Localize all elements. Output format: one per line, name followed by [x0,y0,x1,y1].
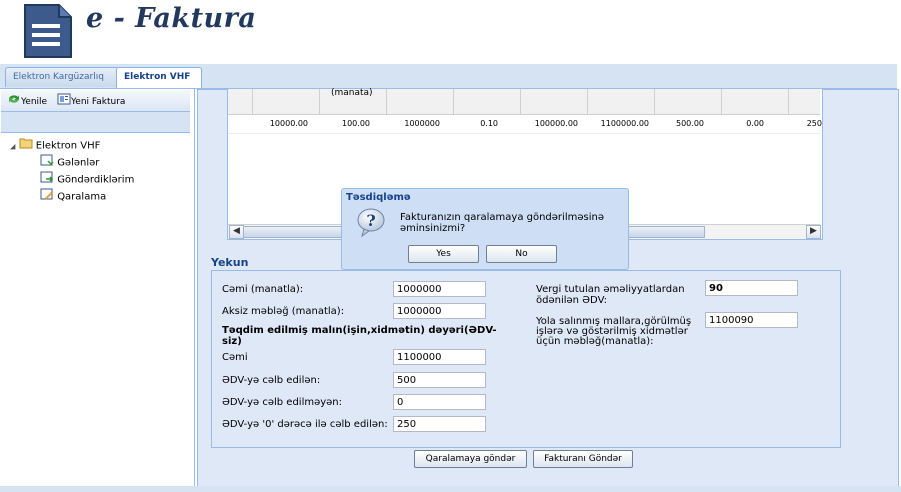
grid-col-divider [721,89,722,114]
shipped-amount-label: Yola salınmış mallara,görülmüş işlərə və… [536,316,692,347]
dialog-no-button[interactable]: No [486,245,557,263]
bottom-strip [0,486,901,492]
grid-col-divider [587,89,588,114]
refresh-label: Yenile [21,97,48,107]
tree-item-label: Gələnlər [57,157,100,169]
inbox-icon [40,154,54,171]
tree-item-label: Göndərdiklərim [57,174,135,186]
vat-subject-label: ƏDV-yə cəlb edilən: [222,375,321,386]
tab-elektron-karguzarliq[interactable]: Elektron Kargüzarlıq [5,67,119,87]
tree-root-label: Elektron VHF [35,140,101,152]
grid-cell: 1000000 [404,119,440,128]
tree-item-qaralama[interactable]: Qaralama [40,188,106,203]
vat-subject-field[interactable]: 500 [393,372,486,388]
vat-zero-rate-field[interactable]: 250 [393,416,486,432]
grid-col-divider [386,89,387,114]
excise-field[interactable]: 1000000 [393,303,486,319]
tree-expand-icon[interactable]: ◢ [10,143,15,151]
summary-title: Yekun [211,256,249,269]
vat-exempt-field[interactable]: 0 [393,394,486,410]
grid-col-divider [453,89,454,114]
section-heading: Təqdim edilmiş malın(işin,xidmətin) dəyə… [222,325,497,347]
vat-paid-label: Vergi tutulan əməliyyatlardan ödənilən Ə… [536,284,685,306]
grid-cell: 1100000.00 [600,119,649,128]
outbox-icon [40,171,54,188]
grid-row-line [228,133,820,134]
new-invoice-icon [57,93,71,110]
question-icon: ? [355,206,387,238]
app-title: e - Faktura [86,3,257,34]
vat-paid-field[interactable]: 90 [705,280,798,296]
section-total-field[interactable]: 1100000 [393,349,486,365]
grid-col-divider [654,89,655,114]
svg-text:?: ? [366,211,375,230]
folder-icon [19,137,33,154]
dialog-title: Təsdiqləmə [346,192,411,203]
dialog-yes-button[interactable]: Yes [408,245,479,263]
tree-root-elektron-vhf[interactable]: ◢ Elektron VHF [10,137,100,152]
grid-cell: 100.00 [342,119,370,128]
tree-item-gonderdiklerim[interactable]: Göndərdiklərim [40,171,134,186]
tab-elektron-vhf[interactable]: Elektron VHF [116,67,202,88]
tree-item-gelenler[interactable]: Gələnlər [40,154,99,169]
draft-icon [40,188,54,205]
send-invoice-button[interactable]: Fakturanı Göndər [533,450,633,468]
total-field[interactable]: 1000000 [393,281,486,297]
left-subbar [1,112,190,133]
vat-exempt-label: ƏDV-yə cəlb edilməyən: [222,397,343,408]
send-to-draft-button[interactable]: Qaralamaya göndər [414,450,527,468]
refresh-button[interactable]: Yenile [7,93,47,107]
grid-cell: 250 [806,119,822,128]
grid-cell: 500.00 [676,119,704,128]
scroll-left-icon[interactable]: ◀ [229,225,244,239]
grid-col-divider [788,89,789,114]
dialog-message: Fakturanızın qaralamaya göndərilməsinə ə… [400,212,604,234]
new-invoice-label: Yeni Faktura [71,97,126,107]
new-invoice-button[interactable]: Yeni Faktura [57,93,125,107]
shipped-amount-field[interactable]: 1100090 [705,312,798,328]
grid-header [228,89,820,115]
total-label: Cəmi (manatla): [222,284,304,295]
section-total-label: Cəmi [222,352,248,363]
grid-col-divider [252,89,253,114]
grid-col-divider [520,89,521,114]
grid-cell: 0.00 [746,119,764,128]
invoice-document-icon [22,2,74,60]
excise-label: Aksiz məbləğ (manatla): [222,306,345,317]
refresh-icon [7,93,21,110]
grid-cell: 0.10 [480,119,498,128]
grid-header-fragment: (manata) [331,88,373,98]
grid-col-divider [319,89,320,114]
vat-zero-rate-label: ƏDV-yə '0' dərəcə ilə cəlb edilən: [222,419,388,430]
grid-cell: 100000.00 [534,119,578,128]
tree-item-label: Qaralama [57,191,107,203]
scroll-right-icon[interactable]: ▶ [806,225,821,239]
grid-cell: 10000.00 [269,119,308,128]
